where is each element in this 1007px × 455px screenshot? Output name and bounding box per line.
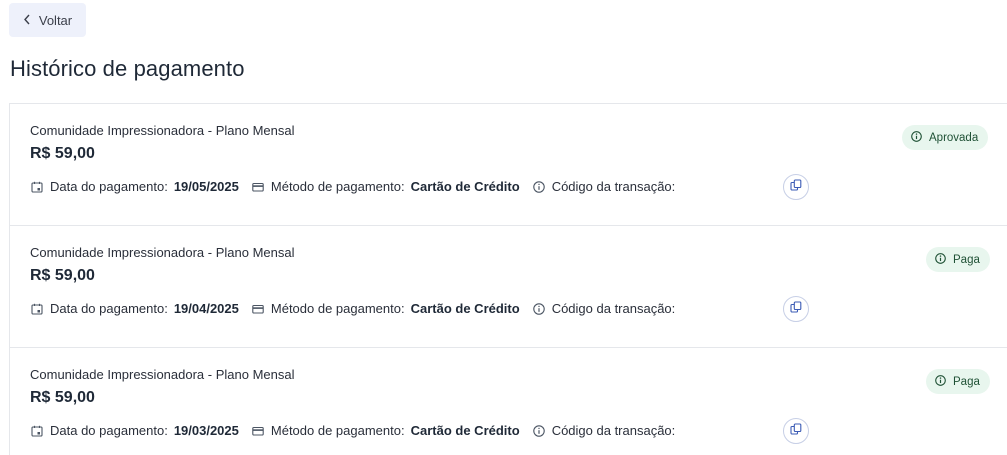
payment-plan-name: Comunidade Impressionadora - Plano Mensa… <box>30 123 295 138</box>
payment-plan-name: Comunidade Impressionadora - Plano Mensa… <box>30 367 295 382</box>
info-icon <box>935 252 946 267</box>
status-badge: Aprovada <box>902 125 989 150</box>
credit-card-icon <box>252 181 264 193</box>
copy-icon <box>790 300 802 318</box>
payment-date-label: Data do pagamento: <box>50 301 168 316</box>
status-badge: Paga <box>926 369 990 394</box>
info-icon <box>532 180 545 193</box>
status-badge: Paga <box>926 247 990 272</box>
payment-method-value: Cartão de Crédito <box>410 423 520 438</box>
copy-transaction-button[interactable] <box>783 296 809 322</box>
transaction-code-label: Código da transação: <box>551 423 676 438</box>
back-button[interactable]: Voltar <box>9 3 86 37</box>
payment-card: Comunidade Impressionadora - Plano Mensa… <box>10 104 1007 226</box>
payment-method-value: Cartão de Crédito <box>410 179 520 194</box>
payment-meta: Data do pagamento: 19/04/2025 Método de … <box>31 301 681 316</box>
transaction-code-label: Código da transação: <box>551 179 676 194</box>
status-badge-label: Paga <box>953 253 980 266</box>
status-badge-label: Aprovada <box>929 131 979 144</box>
page-title: Histórico de pagamento <box>10 56 245 81</box>
payment-date-label: Data do pagamento: <box>50 179 168 194</box>
status-badge-label: Paga <box>953 375 980 388</box>
info-icon <box>911 130 922 145</box>
payment-method-value: Cartão de Crédito <box>410 301 520 316</box>
back-button-label: Voltar <box>38 12 73 28</box>
info-icon <box>935 374 946 389</box>
copy-icon <box>790 422 802 440</box>
payment-card: Comunidade Impressionadora - Plano Mensa… <box>10 226 1007 348</box>
payment-method-label: Método de pagamento: <box>270 423 405 438</box>
payment-meta: Data do pagamento: 19/05/2025 Método de … <box>31 179 681 194</box>
payment-price: R$ 59,00 <box>30 267 95 284</box>
chevron-left-icon <box>23 14 31 27</box>
payment-price: R$ 59,00 <box>30 389 95 406</box>
credit-card-icon <box>252 425 264 437</box>
payment-date-label: Data do pagamento: <box>50 423 168 438</box>
payment-date-value: 19/05/2025 <box>173 179 239 194</box>
transaction-code-label: Código da transação: <box>551 301 676 316</box>
payment-list: Comunidade Impressionadora - Plano Mensa… <box>9 103 1007 455</box>
payment-plan-name: Comunidade Impressionadora - Plano Mensa… <box>30 245 295 260</box>
copy-transaction-button[interactable] <box>783 418 809 444</box>
copy-transaction-button[interactable] <box>783 174 809 200</box>
info-icon <box>532 424 545 437</box>
payment-method-label: Método de pagamento: <box>270 179 405 194</box>
payment-method-label: Método de pagamento: <box>270 301 405 316</box>
calendar-icon <box>31 303 43 315</box>
info-icon <box>532 302 545 315</box>
credit-card-icon <box>252 303 264 315</box>
payment-date-value: 19/04/2025 <box>173 301 239 316</box>
payment-history-page: Voltar Histórico de pagamento Comunidade… <box>0 0 1007 455</box>
payment-price: R$ 59,00 <box>30 145 95 162</box>
payment-date-value: 19/03/2025 <box>173 423 239 438</box>
payment-meta: Data do pagamento: 19/03/2025 Método de … <box>31 423 681 438</box>
calendar-icon <box>31 425 43 437</box>
payment-card: Comunidade Impressionadora - Plano Mensa… <box>10 348 1007 455</box>
copy-icon <box>790 178 802 196</box>
calendar-icon <box>31 181 43 193</box>
